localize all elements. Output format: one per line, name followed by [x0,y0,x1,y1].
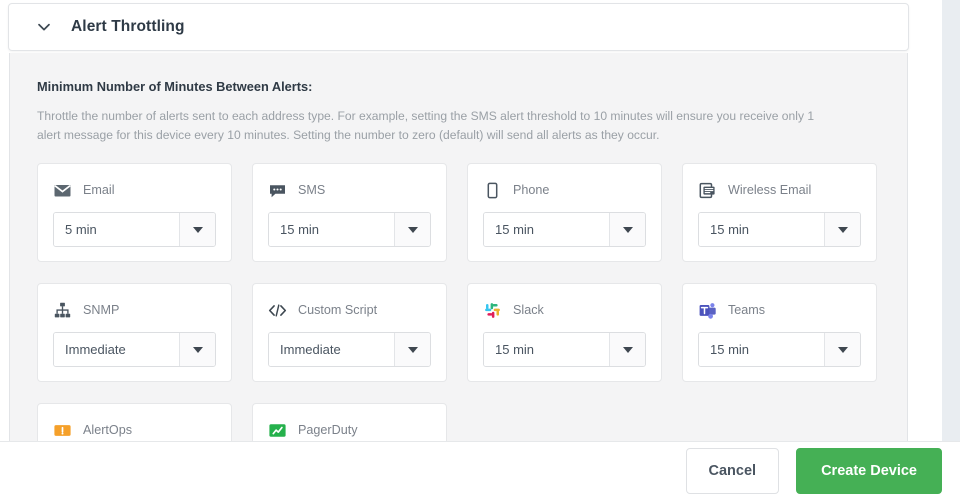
pagerduty-icon [268,421,287,440]
channel-card: Wireless Email 15 min [682,163,877,262]
panel-description: Throttle the number of alerts sent to ea… [37,109,815,142]
network-tree-icon [53,301,72,320]
caret-down-icon [407,226,418,233]
channel-header: Wireless Email [698,180,861,200]
microsoft-teams-icon [698,301,717,320]
channel-card: SMS 15 min [252,163,447,262]
create-device-button[interactable]: Create Device [796,448,942,494]
accordion-header-alert-throttling[interactable]: Alert Throttling [8,3,909,51]
channel-label: SMS [298,183,326,197]
throttle-interval-select[interactable]: Immediate [268,332,431,367]
caret-down-icon [192,226,203,233]
channel-card: Phone 15 min [467,163,662,262]
caret-down-icon [622,226,633,233]
channel-header: SMS [268,180,431,200]
alertops-icon [53,421,72,440]
throttle-interval-value: 5 min [54,213,179,246]
channel-label: Teams [728,303,766,317]
throttle-interval-value: 15 min [484,333,609,366]
page-scrollbar-track[interactable] [942,0,960,441]
channel-card: PagerDuty [252,403,447,441]
throttle-interval-select[interactable]: 5 min [53,212,216,247]
caret-down-icon [407,346,418,353]
channel-header: Custom Script [268,300,431,320]
select-dropdown-button[interactable] [179,213,215,246]
channel-card: SNMP Immediate [37,283,232,382]
channel-card: Email 5 min [37,163,232,262]
select-dropdown-button[interactable] [609,213,645,246]
scrollable-content[interactable]: Alert Throttling Minimum Number of Minut… [0,0,942,441]
alert-throttling-screen: Alert Throttling Minimum Number of Minut… [0,0,960,500]
channel-label: AlertOps [83,423,132,437]
panel-heading: Minimum Number of Minutes Between Alerts… [37,79,313,94]
channel-header: Phone [483,180,646,200]
throttle-interval-value: Immediate [269,333,394,366]
channel-label: Wireless Email [728,183,812,197]
select-dropdown-button[interactable] [824,333,860,366]
throttle-interval-value: 15 min [484,213,609,246]
channel-header: Email [53,180,216,200]
channel-label: PagerDuty [298,423,358,437]
chat-bubble-icon [268,181,287,200]
throttle-interval-value: 15 min [699,213,824,246]
caret-down-icon [837,226,848,233]
throttle-interval-value: 15 min [269,213,394,246]
dialog-footer: Cancel Create Device [0,441,960,500]
envelope-icon [53,181,72,200]
caret-down-icon [192,346,203,353]
channel-card: Slack 15 min [467,283,662,382]
caret-down-icon [837,346,848,353]
select-dropdown-button[interactable] [394,333,430,366]
channel-card: AlertOps [37,403,232,441]
channel-card: Teams 15 min [682,283,877,382]
channel-label: SNMP [83,303,120,317]
throttle-interval-select[interactable]: 15 min [698,332,861,367]
throttle-interval-select[interactable]: Immediate [53,332,216,367]
slack-icon [483,301,502,320]
select-dropdown-button[interactable] [179,333,215,366]
throttle-interval-select[interactable]: 15 min [483,212,646,247]
channel-label: Custom Script [298,303,378,317]
wireless-email-icon [698,181,717,200]
mobile-phone-icon [483,181,502,200]
caret-down-icon [622,346,633,353]
throttle-interval-value: Immediate [54,333,179,366]
channel-card: Custom Script Immediate [252,283,447,382]
channel-header: Teams [698,300,861,320]
channel-header: AlertOps [53,420,216,440]
select-dropdown-button[interactable] [609,333,645,366]
throttle-interval-select[interactable]: 15 min [268,212,431,247]
page-title: Alert Throttling [71,18,185,35]
channel-header: SNMP [53,300,216,320]
channel-label: Email [83,183,115,197]
channel-header: Slack [483,300,646,320]
select-dropdown-button[interactable] [824,213,860,246]
channel-label: Phone [513,183,550,197]
channel-header: PagerDuty [268,420,431,440]
select-dropdown-button[interactable] [394,213,430,246]
throttle-interval-value: 15 min [699,333,824,366]
chevron-down-icon[interactable] [35,18,53,36]
code-brackets-icon [268,301,287,320]
channel-card-grid: Email 5 min SMS 15 min Phone 15 min Wireless E… [37,163,880,441]
alert-throttling-panel: Minimum Number of Minutes Between Alerts… [9,53,908,441]
throttle-interval-select[interactable]: 15 min [698,212,861,247]
cancel-button[interactable]: Cancel [685,448,780,494]
channel-label: Slack [513,303,544,317]
throttle-interval-select[interactable]: 15 min [483,332,646,367]
